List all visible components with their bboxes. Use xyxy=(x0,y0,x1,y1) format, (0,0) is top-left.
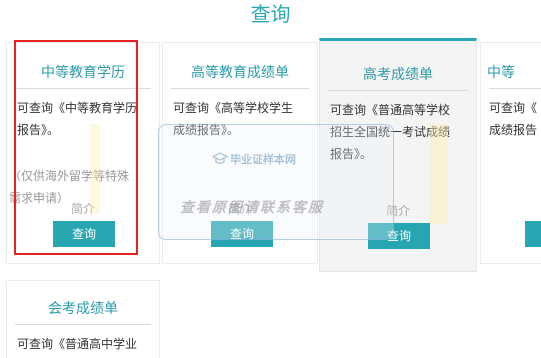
card-huikao-transcript: 会考成绩单 可查询《普通高中学业 xyxy=(6,280,160,358)
highlight-box xyxy=(14,40,138,255)
graduation-cap-icon xyxy=(212,152,228,164)
card-title: 高等教育成绩单 xyxy=(191,65,289,81)
card-secondary-partial: 中等 可查询《 成绩报告 xyxy=(480,42,541,264)
divider xyxy=(15,324,151,325)
card-title: 高考成绩单 xyxy=(363,67,433,83)
card-title: 会考成绩单 xyxy=(48,301,118,317)
page-title: 查询 xyxy=(250,2,291,26)
watermark-glow xyxy=(90,124,100,214)
watermark-brand-text: 毕业证样本网 xyxy=(230,153,296,166)
watermark-contact: 查看原图请联系客服 xyxy=(180,200,324,216)
divider xyxy=(489,88,541,89)
watermark-brand: 毕业证样本网 xyxy=(212,150,296,170)
card-description: 可查询《普通高中学业 xyxy=(17,337,138,351)
watermark-frame xyxy=(158,124,394,240)
divider xyxy=(328,90,468,91)
card-description: 可查询《 成绩报告 xyxy=(489,101,538,137)
watermark-glow xyxy=(430,124,448,224)
divider xyxy=(171,88,309,89)
card-title: 中等 xyxy=(487,65,515,81)
query-button[interactable] xyxy=(525,221,541,247)
